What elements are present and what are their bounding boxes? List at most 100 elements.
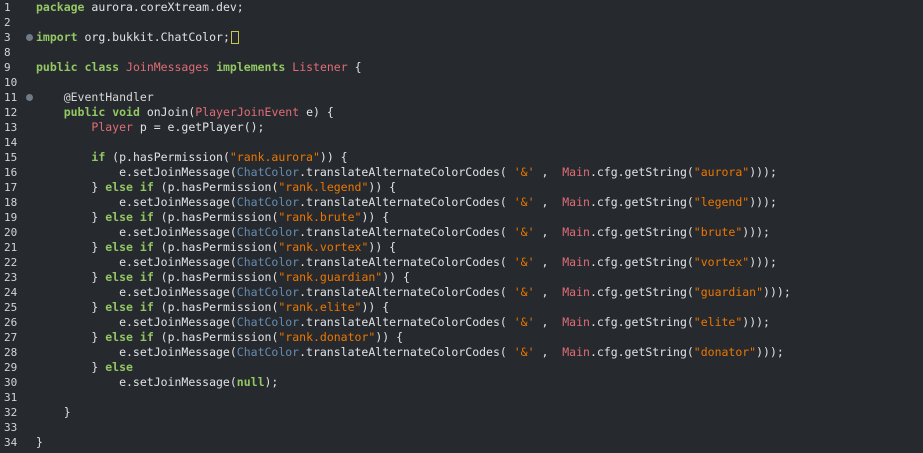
- code-token: ,: [534, 345, 563, 359]
- code-token: PlayerJoinEvent: [195, 105, 300, 119]
- code-line[interactable]: e.setJoinMessage(null);: [36, 375, 278, 390]
- code-token: )));: [749, 165, 777, 179]
- fold-toggle-icon[interactable]: [26, 94, 33, 101]
- code-line[interactable]: e.setJoinMessage(ChatColor.translateAlte…: [36, 255, 777, 270]
- code-line[interactable]: e.setJoinMessage(ChatColor.translateAlte…: [36, 285, 791, 300]
- code-token: .translateAlternateColorCodes(: [299, 165, 514, 179]
- text-cursor-icon: [230, 31, 239, 44]
- code-token: ,: [534, 285, 563, 299]
- code-token: ChatColor: [236, 195, 300, 209]
- line-number: 31: [4, 391, 18, 404]
- code-token: {: [347, 60, 362, 74]
- code-token: if: [139, 240, 154, 254]
- line-number: 34: [4, 436, 18, 449]
- code-token: "donator": [693, 345, 757, 359]
- code-line[interactable]: e.setJoinMessage(ChatColor.translateAlte…: [36, 225, 770, 240]
- line-number: 8: [4, 46, 11, 59]
- code-token: );: [264, 375, 279, 389]
- code-token: .translateAlternateColorCodes(: [299, 345, 514, 359]
- code-token: .cfg.getString(: [589, 255, 694, 269]
- code-token: "rank.legend": [278, 180, 369, 194]
- code-token: )));: [749, 255, 777, 269]
- code-token: (p.hasPermission(: [153, 270, 279, 284]
- code-token: )) {: [368, 240, 397, 254]
- code-line[interactable]: public class JoinMessages implements Lis…: [36, 60, 362, 75]
- fold-toggle-icon[interactable]: [26, 34, 33, 41]
- code-token: .cfg.getString(: [589, 225, 694, 239]
- code-text-area[interactable]: package aurora.coreXtream.dev; import org…: [36, 0, 923, 453]
- code-line[interactable]: } else: [36, 360, 133, 375]
- line-number: 15: [4, 151, 18, 164]
- code-token: if: [139, 330, 154, 344]
- line-number: 3: [4, 31, 11, 44]
- code-token: else: [105, 240, 133, 254]
- code-token: )) {: [361, 300, 390, 314]
- code-token: .translateAlternateColorCodes(: [299, 255, 514, 269]
- code-token: .cfg.getString(: [589, 195, 694, 209]
- code-token: else: [105, 300, 133, 314]
- code-token: (p.hasPermission(: [105, 150, 230, 164]
- code-line[interactable]: @EventHandler: [36, 90, 154, 105]
- code-token: )));: [763, 285, 791, 299]
- code-token: "rank.donator": [278, 330, 376, 344]
- code-line[interactable]: e.setJoinMessage(ChatColor.translateAlte…: [36, 315, 770, 330]
- line-number: 33: [4, 421, 18, 434]
- line-number: 26: [4, 316, 18, 329]
- code-line[interactable]: package aurora.coreXtream.dev;: [36, 0, 244, 15]
- line-number: 19: [4, 211, 18, 224]
- code-token: '&': [513, 285, 535, 299]
- code-token: Main: [562, 345, 590, 359]
- code-token: "vortex": [693, 255, 750, 269]
- code-line[interactable]: } else if (p.hasPermission("rank.guardia…: [36, 270, 410, 285]
- code-token: if: [91, 150, 106, 164]
- code-token: }: [36, 210, 106, 224]
- line-number: 17: [4, 181, 18, 194]
- code-token: Main: [562, 315, 590, 329]
- code-editor[interactable]: 1 2 3 8 9 10 11 12 13 14 15 16 17 18 19 20 21 22 23 24 25 26 2…: [0, 0, 923, 453]
- code-line[interactable]: } else if (p.hasPermission("rank.legend"…: [36, 180, 396, 195]
- code-token: }: [36, 240, 106, 254]
- line-number: 9: [4, 61, 11, 74]
- code-token: '&': [513, 315, 535, 329]
- code-token: .translateAlternateColorCodes(: [299, 195, 514, 209]
- code-token: "aurora": [693, 165, 750, 179]
- code-token: (p.hasPermission(: [153, 240, 279, 254]
- code-token: else: [105, 210, 133, 224]
- line-number: 10: [4, 76, 18, 89]
- code-token: package: [36, 0, 85, 14]
- code-token: }: [36, 180, 106, 194]
- code-token: class: [84, 60, 120, 74]
- code-line[interactable]: } else if (p.hasPermission("rank.brute")…: [36, 210, 389, 225]
- code-line[interactable]: } else if (p.hasPermission("rank.vortex"…: [36, 240, 396, 255]
- code-token: .cfg.getString(: [589, 165, 694, 179]
- code-line[interactable]: public void onJoin(PlayerJoinEvent e) {: [36, 105, 334, 120]
- code-token: null: [236, 375, 265, 389]
- code-line[interactable]: }: [36, 405, 71, 420]
- code-line[interactable]: if (p.hasPermission("rank.aurora")) {: [36, 150, 347, 165]
- code-token: )) {: [361, 210, 390, 224]
- code-token: ChatColor: [236, 285, 300, 299]
- code-line[interactable]: e.setJoinMessage(ChatColor.translateAlte…: [36, 345, 784, 360]
- line-number: 28: [4, 346, 18, 359]
- code-line[interactable]: Player p = e.getPlayer();: [36, 120, 265, 135]
- code-token: if: [139, 270, 154, 284]
- code-line[interactable]: }: [36, 435, 43, 450]
- code-line[interactable]: e.setJoinMessage(ChatColor.translateAlte…: [36, 165, 777, 180]
- code-line[interactable]: e.setJoinMessage(ChatColor.translateAlte…: [36, 195, 777, 210]
- code-token: e.setJoinMessage(: [36, 315, 237, 329]
- code-token: org.bukkit.ChatColor;: [77, 30, 230, 44]
- code-token: Main: [562, 255, 590, 269]
- line-number: 2: [4, 16, 11, 29]
- code-token: .cfg.getString(: [589, 315, 694, 329]
- code-token: e.setJoinMessage(: [36, 195, 237, 209]
- code-line[interactable]: } else if (p.hasPermission("rank.elite")…: [36, 300, 389, 315]
- code-line[interactable]: import org.bukkit.ChatColor;: [36, 30, 239, 45]
- code-token: p = e.getPlayer();: [132, 120, 265, 134]
- code-token: "rank.vortex": [278, 240, 369, 254]
- code-line[interactable]: } else if (p.hasPermission("rank.donator…: [36, 330, 403, 345]
- line-number: 12: [4, 106, 18, 119]
